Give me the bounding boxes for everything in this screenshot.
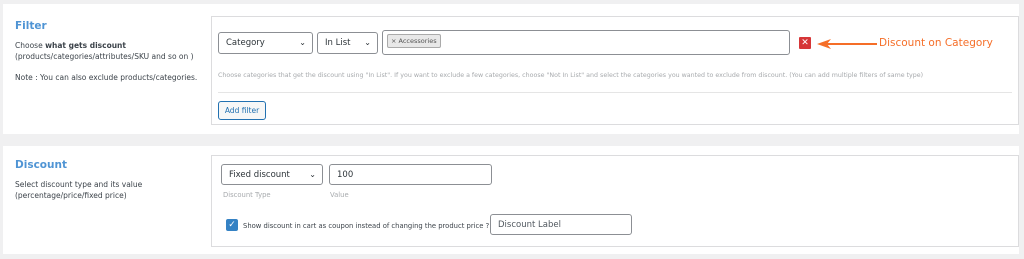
discount-type-label: Discount Type (223, 191, 271, 199)
discount-value: 100 (337, 170, 354, 180)
discount-value-input[interactable]: 100 (329, 164, 492, 185)
filter-title: Filter (15, 20, 47, 32)
coupon-checkbox-label: Show discount in cart as coupon instead … (243, 222, 490, 230)
filter-desc-prefix: Choose (15, 41, 46, 50)
filter-divider (218, 92, 1012, 93)
filter-desc-bold: what gets discount (45, 41, 126, 50)
discount-desc-line1: Select discount type and its value (15, 180, 143, 189)
add-filter-button[interactable]: Add filter (218, 101, 266, 120)
chevron-down-icon: ⌄ (299, 38, 306, 47)
close-icon: ✕ (801, 38, 809, 48)
discount-desc-line2: (percentage/price/fixed price) (15, 191, 127, 200)
filter-description: Choose what gets discount (products/cate… (15, 40, 200, 62)
filter-type-value: Category (226, 38, 265, 48)
annotation-label: Discount on Category (879, 37, 993, 49)
discount-value-label: Value (330, 191, 349, 199)
coupon-checkbox[interactable]: ✓ (226, 219, 238, 231)
filter-values-input[interactable]: × Accessories (382, 30, 790, 55)
arrow-left-icon (817, 39, 877, 49)
filter-type-select[interactable]: Category ⌄ (218, 32, 313, 54)
chevron-down-icon: ⌄ (364, 38, 371, 47)
discount-type-value: Fixed discount (229, 170, 290, 180)
discount-description: Select discount type and its value (perc… (15, 179, 200, 201)
discount-settings-box: Fixed discount ⌄ Discount Type 100 Value… (211, 155, 1019, 247)
filter-panel: Filter Choose what gets discount (produc… (3, 4, 1019, 134)
discount-type-select[interactable]: Fixed discount ⌄ (221, 164, 323, 185)
discount-title: Discount (15, 159, 67, 171)
filter-rules-box: Category ⌄ In List ⌄ × Accessories ✕ Dis… (211, 16, 1019, 125)
discount-label-input[interactable]: Discount Label (490, 214, 632, 235)
filter-desc-line2: (products/categories/attributes/SKU and … (15, 52, 194, 61)
filter-help-text: Choose categories that get the discount … (218, 72, 924, 79)
selected-value-tag[interactable]: × Accessories (387, 34, 441, 48)
check-icon: ✓ (228, 220, 236, 230)
discount-label-placeholder: Discount Label (498, 220, 561, 230)
filter-note: Note : You can also exclude products/cat… (15, 73, 198, 82)
discount-panel: Discount Select discount type and its va… (3, 146, 1019, 254)
filter-operator-value: In List (325, 38, 351, 48)
chevron-down-icon: ⌄ (309, 170, 316, 179)
remove-filter-button[interactable]: ✕ (799, 37, 811, 49)
filter-operator-select[interactable]: In List ⌄ (317, 32, 378, 54)
